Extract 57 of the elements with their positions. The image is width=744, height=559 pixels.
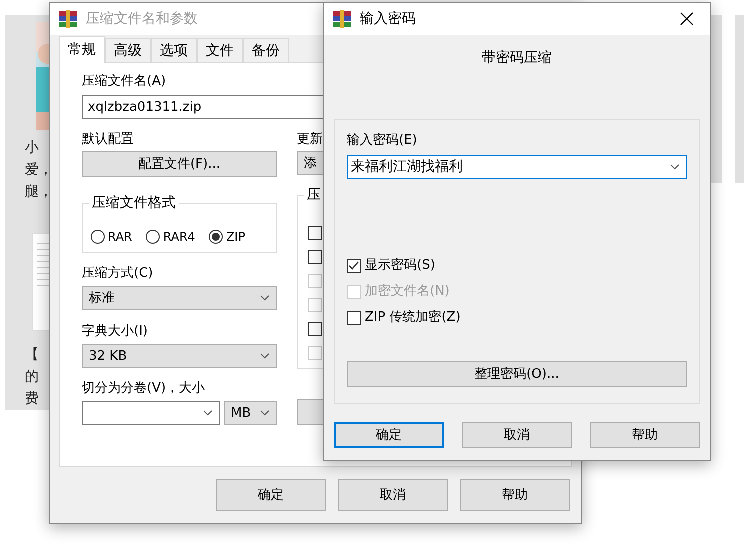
- field-label: 更新: [297, 131, 323, 149]
- dialog-button[interactable]: 帮助: [460, 479, 570, 511]
- dialog-button[interactable]: 取消: [338, 479, 448, 511]
- checkbox[interactable]: [308, 226, 322, 240]
- card-text: 爱，: [25, 161, 53, 180]
- window-title: 输入密码: [360, 10, 416, 28]
- group-title: 压缩文件格式: [89, 194, 179, 212]
- dialog-button[interactable]: 帮助: [590, 422, 700, 448]
- field-label: 压缩方式(C): [82, 265, 154, 283]
- close-icon: [680, 12, 694, 26]
- dialog-heading: 带密码压缩: [482, 49, 552, 67]
- field-label: 压缩文件名(A): [82, 73, 166, 91]
- radio-label: RAR: [108, 230, 132, 244]
- method-select[interactable]: 标准: [82, 286, 277, 310]
- tab[interactable]: 备份: [243, 38, 289, 62]
- card-text: 的: [25, 368, 39, 387]
- radio-button[interactable]: [146, 230, 160, 244]
- password-field[interactable]: 来福利江湖找福利: [347, 155, 687, 179]
- checkbox[interactable]: [347, 259, 361, 273]
- tab[interactable]: 选项: [151, 38, 197, 62]
- split-size-field[interactable]: [82, 401, 220, 425]
- radio-label: ZIP: [226, 230, 246, 244]
- field-label: 切分为分卷(V)，大小: [82, 380, 206, 398]
- dictionary-select[interactable]: 32 KB: [82, 344, 277, 368]
- dialog-button[interactable]: 取消: [462, 422, 572, 448]
- unit-select[interactable]: MB: [224, 401, 277, 425]
- card-text: 小: [25, 139, 39, 158]
- checkbox[interactable]: [308, 322, 322, 336]
- radio-label: RAR4: [163, 230, 196, 244]
- checkbox-label: 加密文件名(N): [365, 283, 450, 301]
- chevron-down-icon: [670, 164, 680, 170]
- books-icon: [58, 9, 78, 29]
- tab[interactable]: 常规: [59, 36, 105, 63]
- checkbox[interactable]: [347, 311, 361, 325]
- chevron-down-icon: [203, 410, 213, 416]
- books-icon: [332, 9, 352, 29]
- chevron-down-icon: [260, 353, 270, 359]
- chevron-down-icon: [260, 295, 270, 301]
- tab[interactable]: 文件: [197, 38, 243, 62]
- field-label: 输入密码(E): [347, 132, 418, 150]
- checkbox[interactable]: [308, 250, 322, 264]
- organize-button[interactable]: 整理密码(O)...: [347, 361, 687, 387]
- checkbox-label: 显示密码(S): [365, 257, 436, 275]
- card-text: 费: [25, 390, 39, 409]
- dialog-button[interactable]: 确定: [334, 422, 444, 448]
- card-text: 腿，: [25, 183, 53, 202]
- field-label: 字典大小(I): [82, 323, 148, 341]
- dialog-button[interactable]: 确定: [216, 479, 326, 511]
- radio-button[interactable]: [91, 230, 105, 244]
- window-title: 压缩文件名和参数: [86, 10, 198, 28]
- profile-button[interactable]: 配置文件(F)...: [82, 151, 277, 177]
- card-text: 【: [25, 346, 39, 365]
- checkbox-label: ZIP 传统加密(Z): [365, 309, 461, 327]
- tab[interactable]: 高级: [105, 38, 151, 62]
- field-label: 默认配置: [82, 131, 134, 149]
- chevron-down-icon: [260, 410, 270, 416]
- radio-button[interactable]: [209, 230, 224, 244]
